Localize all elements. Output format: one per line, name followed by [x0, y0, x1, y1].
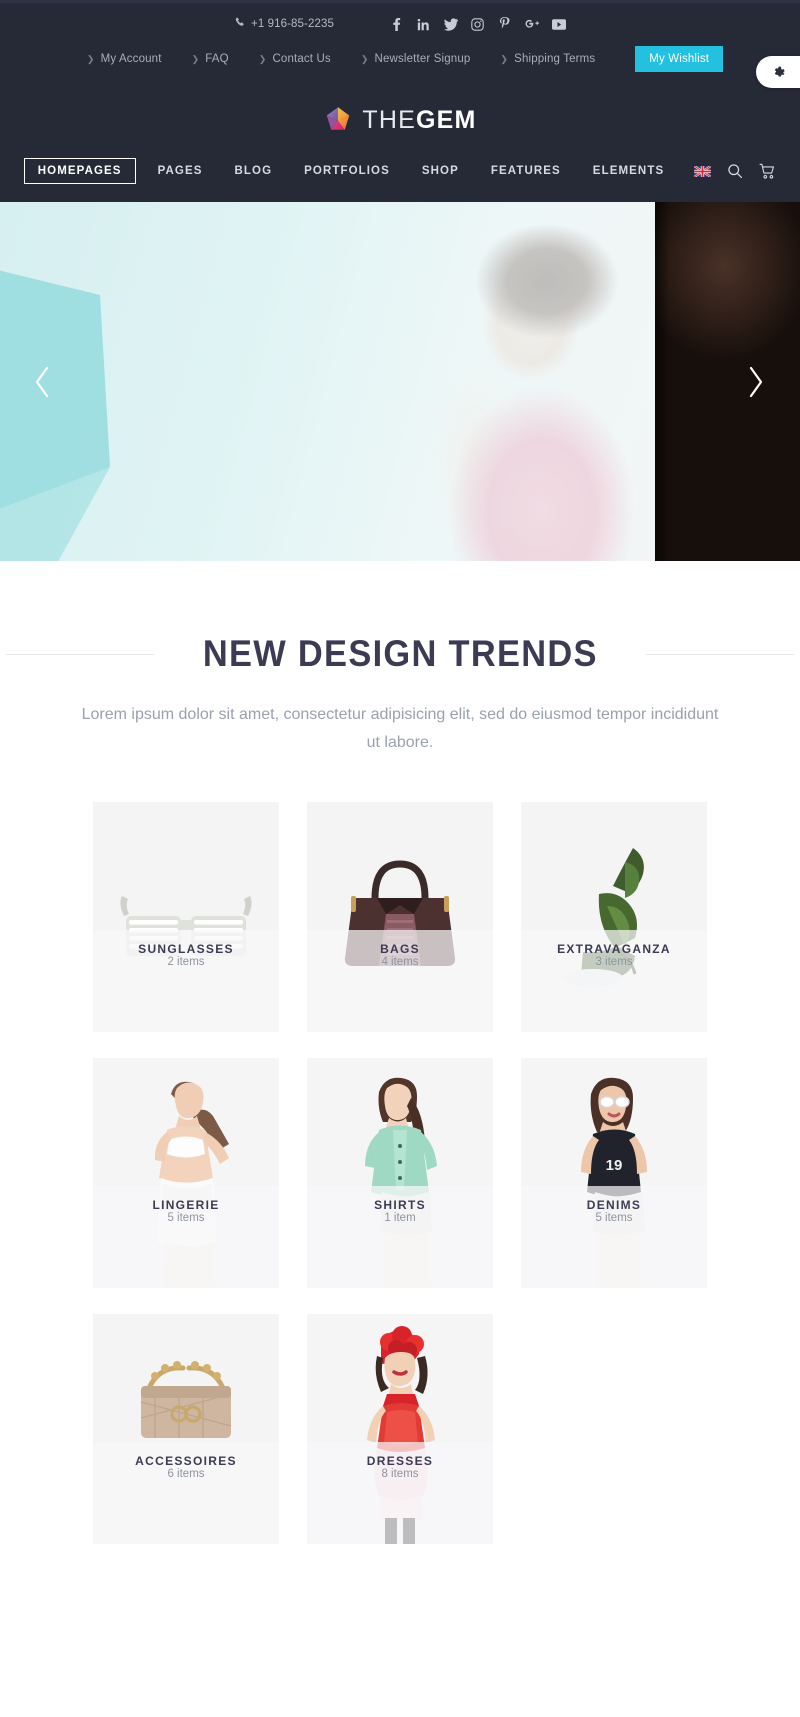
svg-text:19: 19: [606, 1157, 623, 1174]
new-design-trends-section: NEW DESIGN TRENDS Lorem ipsum dolor sit …: [0, 561, 800, 1544]
logo[interactable]: THEGEM: [0, 98, 800, 142]
pinterest-icon[interactable]: [498, 17, 512, 31]
my-wishlist-button[interactable]: My Wishlist: [635, 46, 724, 72]
page-title: NEW DESIGN TRENDS: [202, 633, 598, 674]
top-link-shipping-terms[interactable]: ❯ Shipping Terms: [500, 53, 595, 65]
search-icon[interactable]: [727, 163, 743, 179]
top-link-label: Shipping Terms: [514, 53, 596, 65]
top-link-label: FAQ: [205, 53, 229, 65]
category-count: 8 items: [381, 1468, 419, 1480]
category-card-lingerie[interactable]: LINGERIE 5 items: [93, 1058, 279, 1288]
heading-rule-right: [646, 653, 795, 655]
gear-icon: [771, 65, 786, 80]
category-name: DENIMS: [586, 1198, 642, 1212]
category-count: 4 items: [381, 956, 419, 968]
social-links: [390, 17, 566, 31]
category-grid: SUNGLASSES 2 items BAGS 4 items EXTRAVAG…: [0, 757, 800, 1544]
category-name: BAGS: [380, 942, 420, 956]
instagram-icon[interactable]: [471, 17, 485, 31]
hero-next-arrow[interactable]: [734, 360, 778, 404]
settings-tab[interactable]: [756, 56, 800, 88]
section-heading-row: NEW DESIGN TRENDS: [0, 633, 800, 675]
category-count: 2 items: [167, 956, 205, 968]
top-link-newsletter-signup[interactable]: ❯ Newsletter Signup: [361, 53, 471, 65]
category-name: DRESSES: [366, 1454, 434, 1468]
phone-icon: [234, 17, 245, 31]
top-link-label: My Account: [100, 53, 162, 65]
nav-item-pages[interactable]: PAGES: [142, 159, 219, 183]
category-name: SHIRTS: [374, 1198, 426, 1212]
nav-item-elements[interactable]: ELEMENTS: [577, 159, 680, 183]
category-name: ACCESSOIRES: [135, 1454, 237, 1468]
category-card-sunglasses[interactable]: SUNGLASSES 2 items: [93, 802, 279, 1032]
site-header: THEGEM HOMEPAGES PAGES BLOG PORTFOLIOS S…: [0, 80, 800, 202]
category-label: SUNGLASSES 2 items: [93, 942, 279, 968]
category-count: 1 item: [384, 1212, 416, 1224]
category-name: LINGERIE: [152, 1198, 220, 1212]
category-count: 5 items: [595, 1212, 633, 1224]
category-label: BAGS 4 items: [307, 942, 493, 968]
twitter-icon[interactable]: [443, 17, 458, 31]
chevron-right-icon: ❯: [86, 53, 95, 64]
top-link-contact-us[interactable]: ❯ Contact Us: [259, 53, 331, 65]
hero-slide-next-preview: [655, 202, 800, 561]
top-bar: +1 916-85-2235 ❯ My Account ❯ FAQ ❯ Cont…: [0, 0, 800, 80]
logo-text-bold: GEM: [416, 105, 477, 134]
logo-text: THEGEM: [362, 106, 476, 135]
category-card-dresses[interactable]: DRESSES 8 items: [307, 1314, 493, 1544]
google-plus-icon[interactable]: [525, 17, 539, 31]
chevron-right-icon: ❯: [258, 53, 267, 64]
category-label: DRESSES 8 items: [307, 1454, 493, 1480]
category-count: 3 items: [595, 956, 633, 968]
category-name: SUNGLASSES: [138, 942, 234, 956]
facebook-icon[interactable]: [390, 17, 404, 31]
heading-rule-left: [5, 653, 154, 655]
top-bar-links: ❯ My Account ❯ FAQ ❯ Contact Us ❯ Newsle…: [0, 46, 800, 72]
category-label: DENIMS 5 items: [521, 1198, 707, 1224]
category-card-accessoires[interactable]: ACCESSOIRES 6 items: [93, 1314, 279, 1544]
chevron-right-icon: ❯: [500, 53, 509, 64]
category-label: LINGERIE 5 items: [93, 1198, 279, 1224]
category-label: SHIRTS 1 item: [307, 1198, 493, 1224]
logo-text-light: THE: [362, 105, 417, 134]
category-card-shirts[interactable]: SHIRTS 1 item: [307, 1058, 493, 1288]
category-label: EXTRAVAGANZA 3 items: [521, 942, 707, 968]
nav-item-features[interactable]: FEATURES: [475, 159, 577, 183]
phone-text: +1 916-85-2235: [251, 18, 334, 30]
main-navigation: HOMEPAGES PAGES BLOG PORTFOLIOS SHOP FEA…: [0, 142, 800, 202]
chevron-right-icon: ❯: [191, 53, 200, 64]
hero-model-image: [385, 202, 655, 561]
youtube-icon[interactable]: [551, 17, 566, 31]
category-count: 5 items: [167, 1212, 205, 1224]
uk-flag-icon[interactable]: [694, 165, 712, 177]
chevron-right-icon: ❯: [360, 53, 369, 64]
section-subtitle: Lorem ipsum dolor sit amet, consectetur …: [81, 706, 719, 751]
linkedin-icon[interactable]: [417, 17, 431, 31]
top-link-faq[interactable]: ❯ FAQ: [192, 53, 229, 65]
nav-item-homepages[interactable]: HOMEPAGES: [23, 158, 136, 184]
hero-slide-current: [0, 202, 655, 561]
category-card-bags[interactable]: BAGS 4 items: [307, 802, 493, 1032]
category-label: ACCESSOIRES 6 items: [93, 1454, 279, 1480]
phone-number[interactable]: +1 916-85-2235: [234, 17, 334, 31]
top-bar-row-contact: +1 916-85-2235: [0, 13, 800, 35]
hero-prev-arrow[interactable]: [20, 360, 64, 404]
category-card-denims[interactable]: 19 DENIMS 5 items: [521, 1058, 707, 1288]
category-name: EXTRAVAGANZA: [557, 942, 671, 956]
top-link-label: Contact Us: [272, 53, 331, 65]
cart-icon[interactable]: [759, 163, 776, 180]
top-link-label: Newsletter Signup: [374, 53, 471, 65]
nav-item-shop[interactable]: SHOP: [406, 159, 475, 183]
category-card-extravaganza[interactable]: EXTRAVAGANZA 3 items: [521, 802, 707, 1032]
hero-slider[interactable]: [0, 202, 800, 561]
nav-item-blog[interactable]: BLOG: [219, 159, 289, 183]
category-count: 6 items: [167, 1468, 205, 1480]
top-link-my-account[interactable]: ❯ My Account: [87, 53, 162, 65]
gem-pentagon-logo-icon: [323, 105, 353, 135]
nav-item-portfolios[interactable]: PORTFOLIOS: [288, 159, 406, 183]
